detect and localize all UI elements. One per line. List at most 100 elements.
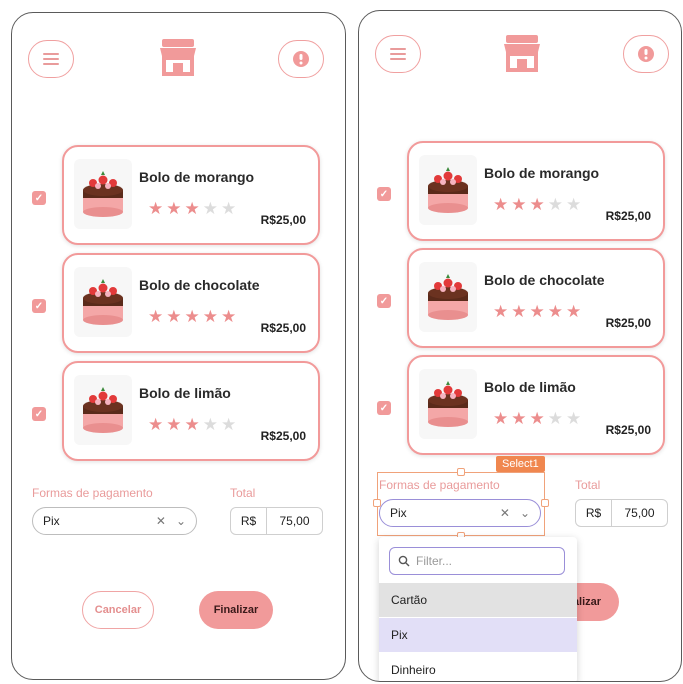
check-icon: ✓: [34, 192, 44, 204]
product-card[interactable]: Bolo de chocolate ★★★★★ R$25,00: [407, 248, 665, 348]
dropdown-option[interactable]: Cartão: [379, 583, 577, 617]
product-checkbox[interactable]: ✓: [377, 187, 391, 201]
star-icon: ★: [184, 199, 203, 218]
finalize-button[interactable]: Finalizar: [199, 591, 273, 629]
rating-stars: ★★★★★: [148, 415, 239, 435]
payment-select[interactable]: Pix ✕ ⌄: [32, 507, 197, 535]
cancel-button[interactable]: Cancelar: [82, 591, 154, 629]
rating-stars: ★★★★★: [148, 199, 239, 219]
user-button[interactable]: [278, 40, 324, 78]
product-price: R$25,00: [605, 209, 651, 223]
filter-placeholder: Filter...: [416, 554, 453, 568]
total-label: Total: [575, 478, 601, 492]
product-price: R$25,00: [605, 423, 651, 437]
star-icon: ★: [221, 199, 240, 218]
star-icon: ★: [184, 307, 203, 326]
rating-stars: ★★★★★: [148, 307, 239, 327]
search-icon: [398, 555, 410, 567]
star-icon: ★: [166, 415, 185, 434]
currency-prefix: R$: [576, 500, 612, 526]
product-price: R$25,00: [605, 316, 651, 330]
clear-icon[interactable]: ✕: [156, 514, 166, 528]
star-icon: ★: [493, 409, 512, 428]
star-icon: ★: [493, 195, 512, 214]
total-field: R$ 75,00: [230, 507, 323, 535]
total-label: Total: [230, 486, 256, 500]
star-icon: ★: [202, 307, 221, 326]
store-icon: [502, 33, 542, 78]
product-name: Bolo de chocolate: [139, 277, 260, 293]
menu-icon: [390, 48, 406, 60]
star-icon: ★: [221, 415, 240, 434]
resize-handle[interactable]: [541, 499, 549, 507]
check-icon: ✓: [379, 188, 389, 200]
star-icon: ★: [566, 195, 585, 214]
star-icon: ★: [148, 415, 167, 434]
product-card[interactable]: Bolo de limão ★★★★★ R$25,00: [407, 355, 665, 455]
product-checkbox[interactable]: ✓: [32, 191, 46, 205]
user-button[interactable]: [623, 35, 669, 73]
star-icon: ★: [547, 409, 566, 428]
menu-button[interactable]: [28, 40, 74, 78]
total-field: R$ 75,00: [575, 499, 668, 527]
product-card[interactable]: Bolo de morango ★★★★★ R$25,00: [407, 141, 665, 241]
product-name: Bolo de limão: [139, 385, 231, 401]
product-card[interactable]: Bolo de chocolate ★★★★★ R$25,00: [62, 253, 320, 353]
product-name: Bolo de chocolate: [484, 272, 605, 288]
star-icon: ★: [221, 307, 240, 326]
product-name: Bolo de morango: [139, 169, 255, 185]
currency-prefix: R$: [231, 508, 267, 534]
product-name: Bolo de limão: [484, 379, 576, 395]
chevron-down-icon[interactable]: ⌄: [176, 514, 186, 528]
product-card[interactable]: Bolo de limão ★★★★★ R$25,00: [62, 361, 320, 461]
clear-icon[interactable]: ✕: [500, 506, 510, 520]
star-icon: ★: [566, 302, 585, 321]
star-icon: ★: [511, 409, 530, 428]
cake-image: [74, 375, 132, 445]
user-icon: [638, 46, 654, 62]
total-value: 75,00: [279, 514, 310, 528]
product-name: Bolo de morango: [484, 165, 600, 181]
star-icon: ★: [184, 415, 203, 434]
cake-image: [419, 369, 477, 439]
phone-screen-left: ✓ Bolo de morango ★★★★★ R$25,00 ✓ Bolo de cho…: [11, 12, 346, 680]
dropdown-option[interactable]: Dinheiro: [379, 653, 577, 681]
product-checkbox[interactable]: ✓: [377, 401, 391, 415]
menu-button[interactable]: [375, 35, 421, 73]
product-checkbox[interactable]: ✓: [32, 407, 46, 421]
rating-stars: ★★★★★: [493, 409, 584, 429]
rating-stars: ★★★★★: [493, 302, 584, 322]
star-icon: ★: [547, 302, 566, 321]
dropdown-option[interactable]: Pix: [379, 618, 577, 652]
cake-image: [74, 267, 132, 337]
product-card[interactable]: Bolo de morango ★★★★★ R$25,00: [62, 145, 320, 245]
star-icon: ★: [547, 195, 566, 214]
check-icon: ✓: [379, 402, 389, 414]
star-icon: ★: [529, 302, 548, 321]
star-icon: ★: [202, 415, 221, 434]
product-price: R$25,00: [260, 429, 306, 443]
check-icon: ✓: [379, 295, 389, 307]
star-icon: ★: [166, 307, 185, 326]
star-icon: ★: [166, 199, 185, 218]
product-checkbox[interactable]: ✓: [32, 299, 46, 313]
store-icon: [158, 37, 198, 82]
user-icon: [293, 51, 309, 67]
cake-image: [419, 262, 477, 332]
cake-image: [74, 159, 132, 229]
payment-select[interactable]: Pix ✕ ⌄: [379, 499, 541, 527]
rating-stars: ★★★★★: [493, 195, 584, 215]
star-icon: ★: [148, 307, 167, 326]
resize-handle[interactable]: [457, 468, 465, 476]
star-icon: ★: [148, 199, 167, 218]
chevron-down-icon[interactable]: ⌄: [520, 506, 530, 520]
star-icon: ★: [529, 195, 548, 214]
payment-dropdown: Filter... Cartão Pix Dinheiro: [379, 537, 577, 681]
filter-input[interactable]: Filter...: [389, 547, 565, 575]
cake-image: [419, 155, 477, 225]
product-price: R$25,00: [260, 321, 306, 335]
product-checkbox[interactable]: ✓: [377, 294, 391, 308]
star-icon: ★: [511, 195, 530, 214]
product-price: R$25,00: [260, 213, 306, 227]
payment-select-value: Pix: [390, 506, 407, 520]
